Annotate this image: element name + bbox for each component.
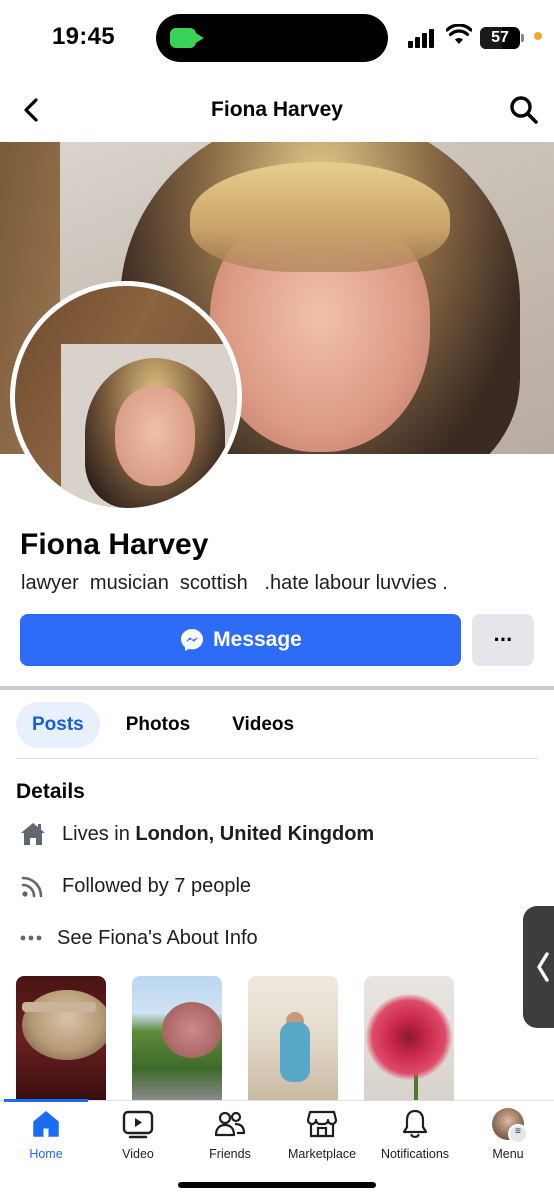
nav-video[interactable]: Video [88, 1107, 188, 1167]
rss-followers-icon [18, 871, 48, 901]
lives-in-prefix: Lives in [62, 822, 136, 845]
nav-friends[interactable]: Friends [180, 1107, 280, 1167]
section-divider [0, 686, 554, 690]
message-button-label: Message [213, 628, 302, 651]
tabs-divider [16, 758, 538, 759]
privacy-indicator [534, 32, 542, 40]
battery-icon: 57 [480, 27, 524, 49]
profile-header: Fiona Harvey [0, 82, 554, 138]
cellular-signal-icon [408, 28, 438, 48]
lives-in-place[interactable]: London, United Kingdom [135, 823, 374, 846]
nav-friends-label: Friends [209, 1147, 251, 1161]
home-indicator[interactable] [178, 1182, 376, 1188]
status-bar: 19:45 57 [0, 0, 554, 76]
profile-bio: lawyer musician scottish .hate labour lu… [21, 572, 448, 594]
profile-picture[interactable] [10, 281, 242, 513]
tab-posts[interactable]: Posts [16, 702, 100, 748]
menu-avatar-icon [492, 1108, 528, 1144]
followers-text[interactable]: Followed by 7 people [62, 875, 251, 898]
tab-videos[interactable]: Videos [216, 702, 310, 748]
nav-menu[interactable]: Menu [458, 1107, 554, 1167]
photo-thumbnail-child[interactable] [248, 976, 338, 1100]
cover-fringe [190, 162, 450, 272]
tab-photos[interactable]: Photos [110, 702, 206, 748]
side-panel-handle[interactable] [523, 906, 554, 1028]
dynamic-island [156, 14, 388, 62]
more-options-button[interactable]: ··· [472, 614, 534, 666]
photo-thumbnail-hat[interactable] [16, 976, 106, 1100]
profile-name: Fiona Harvey [20, 528, 209, 561]
about-info-link[interactable]: See Fiona's About Info [57, 927, 258, 950]
house-icon [18, 819, 48, 849]
detail-followers: Followed by 7 people [18, 869, 251, 903]
home-icon [29, 1107, 63, 1141]
nav-home[interactable]: Home [0, 1107, 96, 1167]
message-button[interactable]: Message [20, 614, 461, 666]
facetime-icon [170, 28, 204, 48]
bell-icon [398, 1107, 432, 1141]
page-title: Fiona Harvey [211, 98, 343, 121]
video-icon [121, 1107, 155, 1141]
search-icon[interactable] [506, 92, 542, 128]
detail-lives-in: Lives in London, United Kingdom [18, 817, 374, 851]
battery-level: 57 [491, 29, 509, 46]
nav-home-label: Home [29, 1147, 63, 1161]
photo-thumbnail-tree[interactable] [132, 976, 222, 1100]
photo-thumbnail-flower[interactable] [364, 976, 454, 1100]
active-tab-indicator [4, 1099, 88, 1102]
profile-tabs: Posts Photos Videos [16, 702, 310, 748]
nav-notifications-label: Notifications [380, 1147, 450, 1161]
nav-video-label: Video [122, 1147, 154, 1161]
messenger-icon [181, 629, 204, 651]
more-dots-icon [18, 923, 44, 953]
nav-menu-label: Menu [492, 1147, 524, 1161]
details-heading: Details [16, 780, 85, 803]
status-time: 19:45 [52, 23, 115, 50]
nav-marketplace-label: Marketplace [287, 1147, 357, 1161]
nav-marketplace[interactable]: Marketplace [272, 1107, 372, 1167]
chevron-left-icon [537, 952, 549, 982]
friends-icon [213, 1107, 247, 1141]
detail-about[interactable]: See Fiona's About Info [18, 921, 258, 955]
marketplace-icon [305, 1107, 339, 1141]
nav-notifications[interactable]: Notifications [364, 1107, 466, 1167]
wifi-icon [446, 24, 472, 44]
